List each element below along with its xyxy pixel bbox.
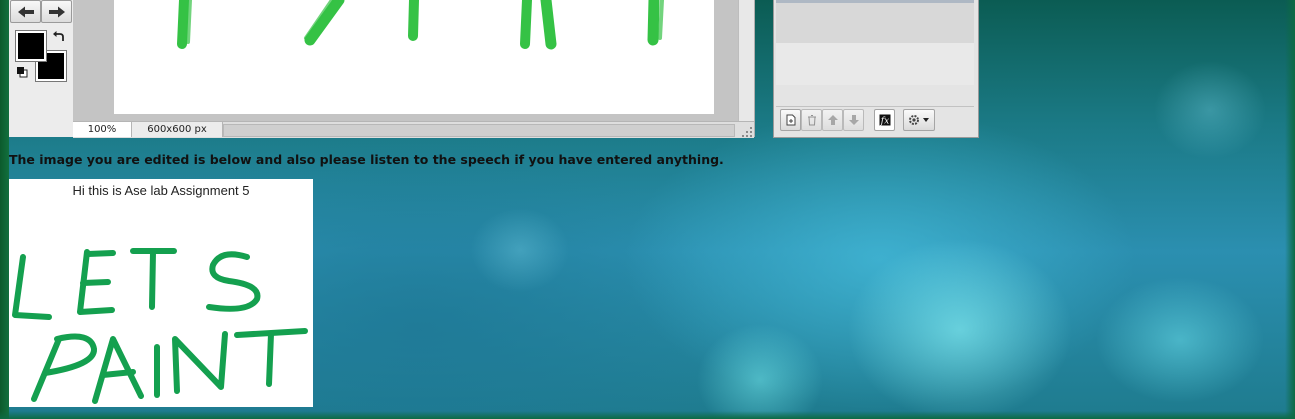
new-layer-button[interactable]: [780, 109, 801, 131]
layer-row[interactable]: [776, 3, 974, 43]
edited-image-drawing: [12, 248, 308, 404]
move-down-icon: [848, 115, 859, 125]
layer-settings-button[interactable]: [903, 109, 935, 131]
svg-text:fx: fx: [879, 117, 888, 127]
undo-button[interactable]: [10, 0, 41, 23]
arrow-right-icon: [48, 6, 65, 17]
toolbox: [9, 0, 74, 137]
fx-icon: fx: [879, 114, 890, 127]
move-layer-down-button[interactable]: [843, 109, 864, 131]
layer-effects-button[interactable]: fx: [874, 109, 895, 131]
vertical-scrollbar[interactable]: [738, 0, 754, 121]
edited-image-notice: The image you are edited is below and al…: [9, 152, 724, 167]
desktop-edge-bottom: [0, 411, 1295, 419]
swap-colors-icon[interactable]: [52, 30, 66, 44]
delete-layer-button[interactable]: [801, 109, 822, 131]
layers-panel: fx: [773, 0, 979, 138]
move-layer-up-button[interactable]: [822, 109, 843, 131]
drawing-canvas[interactable]: [114, 0, 714, 114]
canvas-area: [73, 0, 754, 121]
reset-colors-icon[interactable]: [16, 66, 28, 78]
move-up-icon: [827, 115, 838, 125]
desktop-edge-right: [1285, 0, 1295, 419]
canvas-strokes: [177, 0, 664, 50]
redo-button[interactable]: [41, 0, 72, 23]
desktop-edge-left: [0, 0, 9, 419]
horizontal-scrollbar[interactable]: [223, 124, 735, 137]
canvas-size: 600x600 px: [132, 122, 223, 137]
zoom-level[interactable]: 100%: [73, 122, 132, 137]
settings-icon: [909, 115, 929, 125]
layers-toolbar: fx: [776, 106, 974, 135]
resize-grip-icon[interactable]: [740, 125, 753, 138]
layer-row[interactable]: [776, 43, 974, 85]
primary-color-swatch[interactable]: [15, 30, 47, 62]
new-layer-icon: [786, 114, 795, 126]
delete-layer-icon: [807, 115, 816, 126]
edited-image-caption: Hi this is Ase lab Assignment 5: [72, 183, 250, 198]
status-bar: 100% 600x600 px: [73, 121, 754, 138]
arrow-left-icon: [17, 6, 34, 17]
paint-editor: 100% 600x600 px: [9, 0, 755, 138]
edited-image: Hi this is Ase lab Assignment 5: [9, 179, 313, 407]
